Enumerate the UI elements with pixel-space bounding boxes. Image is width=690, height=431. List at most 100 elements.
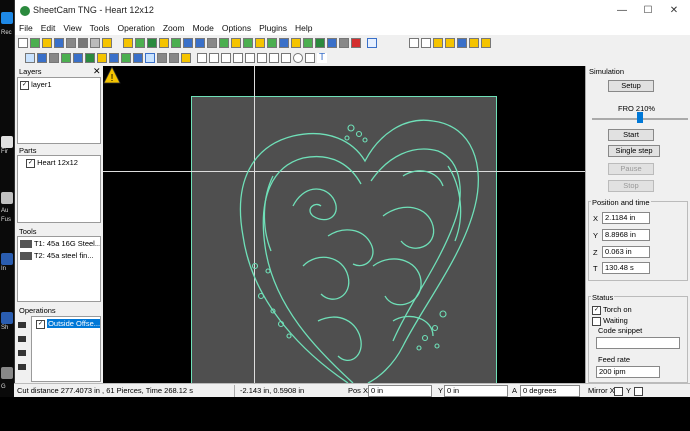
x-field[interactable]: 2.1184 in	[602, 212, 650, 224]
close-button[interactable]: ✕	[661, 2, 687, 20]
pause-button[interactable]: Pause	[608, 163, 654, 175]
maximize-button[interactable]: ☐	[635, 2, 661, 20]
stop-icon[interactable]	[351, 38, 361, 48]
close-panel-icon[interactable]: ✕	[93, 66, 101, 77]
view-paths-icon[interactable]	[97, 53, 107, 63]
new-icon[interactable]	[18, 38, 28, 48]
op-rotate-icon[interactable]	[267, 38, 277, 48]
view-2d-icon[interactable]	[25, 53, 35, 63]
gcode-icon[interactable]	[1, 367, 13, 379]
installer-icon[interactable]	[1, 253, 13, 265]
layer-row[interactable]: ✓ layer1	[20, 80, 100, 90]
menu-help[interactable]: Help	[291, 22, 316, 35]
op-array-icon[interactable]	[315, 38, 325, 48]
firefox-icon[interactable]	[1, 136, 13, 148]
open-icon[interactable]	[42, 38, 52, 48]
view-tool-icon[interactable]	[121, 53, 131, 63]
pos-y-field[interactable]: 0 in	[444, 385, 508, 397]
view-start-icon[interactable]	[169, 53, 179, 63]
recycle-bin-icon[interactable]	[1, 12, 13, 24]
op-move-icon[interactable]	[255, 38, 265, 48]
autodesk-icon[interactable]	[1, 192, 13, 204]
op-profile-icon[interactable]	[183, 38, 193, 48]
view-top-icon[interactable]	[61, 53, 71, 63]
operation-checkbox[interactable]: ✓	[36, 319, 45, 329]
mirror-x-checkbox[interactable]	[614, 387, 623, 397]
zoom-out-icon[interactable]	[421, 38, 431, 48]
menu-edit[interactable]: Edit	[37, 22, 60, 35]
view-order-icon[interactable]	[157, 53, 167, 63]
zoom-window-icon[interactable]	[445, 38, 455, 48]
select-arrow-icon[interactable]	[197, 53, 207, 63]
op-mirror-icon[interactable]	[279, 38, 289, 48]
post-process-icon[interactable]	[78, 38, 88, 48]
import-icon[interactable]	[102, 38, 112, 48]
op-drill-icon[interactable]	[147, 38, 157, 48]
shortcut-icon[interactable]	[1, 312, 13, 324]
code-snippet-field[interactable]	[596, 337, 680, 349]
op-engrave-icon[interactable]	[171, 38, 181, 48]
y-field[interactable]: 8.8968 in	[602, 229, 650, 241]
measure-icon[interactable]	[233, 53, 243, 63]
zoom-in-icon[interactable]	[409, 38, 419, 48]
operation-row[interactable]: ✓ Outside Offse...	[36, 319, 100, 329]
layer-checkbox[interactable]: ✓	[20, 80, 29, 90]
cut-tool-icon[interactable]	[305, 53, 315, 63]
settings-icon[interactable]	[90, 38, 100, 48]
part-checkbox[interactable]: ✓	[26, 158, 35, 168]
op-jet-icon[interactable]	[159, 38, 169, 48]
move-down-icon[interactable]	[18, 350, 26, 356]
minimize-button[interactable]: —	[609, 2, 635, 20]
view-rapids-icon[interactable]	[109, 53, 119, 63]
move-tool-icon[interactable]	[221, 53, 231, 63]
text-tool-icon[interactable]: T	[317, 53, 327, 63]
menu-zoom[interactable]: Zoom	[159, 22, 189, 35]
start-point-icon[interactable]	[209, 53, 219, 63]
delete-op-icon[interactable]	[18, 364, 26, 370]
tool-row[interactable]: T2: 45a steel fin...	[20, 251, 100, 261]
pos-x-field[interactable]: 0 in	[368, 385, 432, 397]
undo-icon[interactable]	[367, 38, 377, 48]
round-tool-icon[interactable]	[293, 53, 303, 63]
view-lead-icon[interactable]	[181, 53, 191, 63]
waiting-checkbox[interactable]	[592, 316, 601, 326]
simulate-icon[interactable]	[145, 53, 155, 63]
menu-view[interactable]: View	[59, 22, 85, 35]
op-outline-icon[interactable]	[123, 38, 133, 48]
rect-tool-icon[interactable]	[281, 53, 291, 63]
circle-tool-icon[interactable]	[269, 53, 279, 63]
menu-plugins[interactable]: Plugins	[255, 22, 291, 35]
rotate-tool-icon[interactable]	[245, 53, 255, 63]
op-copy-icon[interactable]	[243, 38, 253, 48]
part-row[interactable]: ✓ Heart 12x12	[26, 158, 100, 168]
mirror-y-checkbox[interactable]	[634, 387, 643, 397]
move-up-icon[interactable]	[18, 336, 26, 342]
view-side-icon[interactable]	[85, 53, 95, 63]
op-align-icon[interactable]	[303, 38, 313, 48]
op-plasma-icon[interactable]	[195, 38, 205, 48]
menu-mode[interactable]: Mode	[189, 22, 218, 35]
zoom-all-icon[interactable]	[481, 38, 491, 48]
t-field[interactable]: 130.48 s	[602, 262, 650, 274]
op-tab-icon[interactable]	[219, 38, 229, 48]
view-grid-icon[interactable]	[133, 53, 143, 63]
menu-file[interactable]: File	[15, 22, 37, 35]
view-iso-icon[interactable]	[49, 53, 59, 63]
menu-tools[interactable]: Tools	[86, 22, 114, 35]
start-button[interactable]: Start	[608, 129, 654, 141]
torch-on-checkbox[interactable]: ✓	[592, 305, 601, 315]
view-3d-icon[interactable]	[37, 53, 47, 63]
op-pocket-icon[interactable]	[135, 38, 145, 48]
menu-options[interactable]: Options	[218, 22, 255, 35]
zoom-sheet-icon[interactable]	[469, 38, 479, 48]
zoom-part-icon[interactable]	[457, 38, 467, 48]
setup-button[interactable]: Setup	[608, 80, 654, 92]
op-nest-icon[interactable]	[231, 38, 241, 48]
line-tool-icon[interactable]	[257, 53, 267, 63]
fro-slider[interactable]	[637, 112, 643, 123]
stop-button[interactable]: Stop	[608, 180, 654, 192]
z-field[interactable]: 0.063 in	[602, 246, 650, 258]
op-offset-icon[interactable]	[327, 38, 337, 48]
save-icon[interactable]	[54, 38, 64, 48]
menu-operation[interactable]: Operation	[113, 22, 158, 35]
